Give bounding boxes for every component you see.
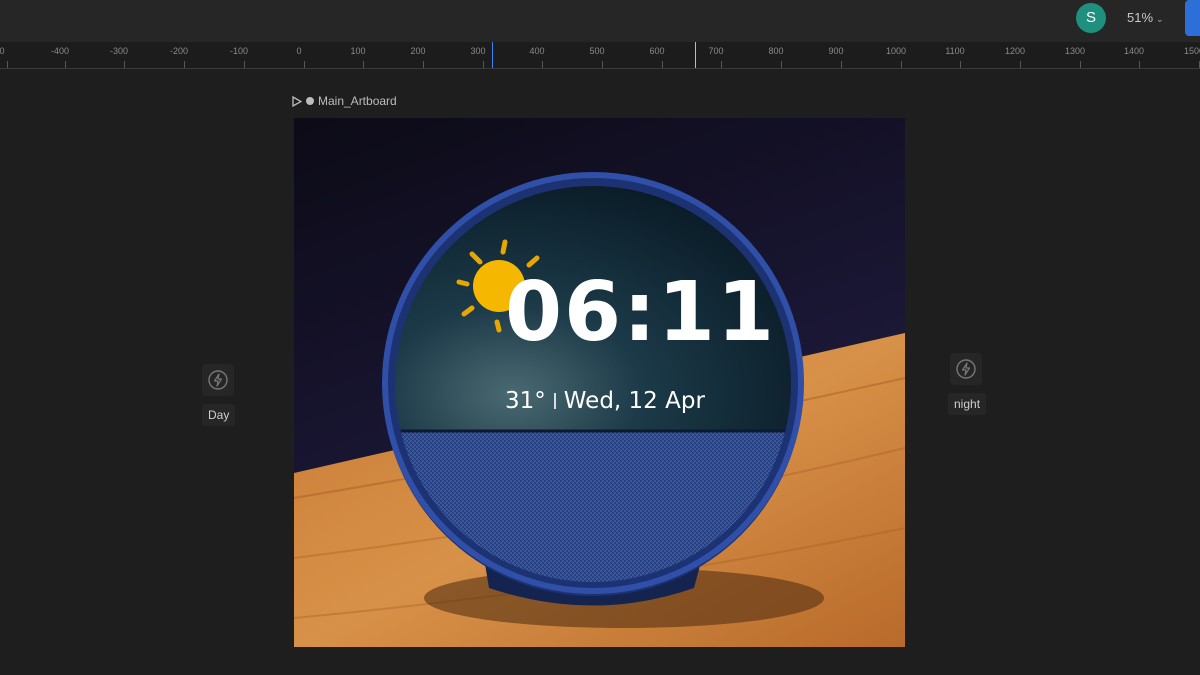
ruler-tick (602, 61, 603, 68)
ruler-tick (1080, 61, 1081, 68)
ruler-tick (781, 61, 782, 68)
ruler-label: 0 (0, 46, 5, 56)
main-artboard[interactable] (294, 118, 905, 647)
ruler-label: 900 (828, 46, 844, 56)
top-toolbar: S 51% ⌄ (0, 0, 1200, 43)
ruler-label: -300 (109, 46, 129, 56)
ruler-tick (901, 61, 902, 68)
ruler-label: 500 (589, 46, 605, 56)
zoom-level: 51% (1127, 10, 1154, 25)
play-icon[interactable] (292, 95, 302, 107)
clock-time: 06:11 (505, 265, 777, 360)
artboard-label[interactable]: Main_Artboard (292, 94, 397, 108)
horizontal-ruler: 0 -400 -300 -200 -100 0 100 200 300 400 500 600 700 8… (0, 42, 1200, 69)
ruler-label: -200 (169, 46, 189, 56)
ruler-label: -400 (50, 46, 70, 56)
weather-date: 31° Wed, 12 Apr (505, 388, 705, 414)
night-state-button[interactable] (950, 353, 982, 385)
ruler-label: 0 (296, 46, 302, 56)
share-button[interactable] (1185, 0, 1200, 36)
ruler-tick (662, 61, 663, 68)
state-dot-icon (306, 97, 314, 105)
ruler-label: 1200 (1004, 46, 1026, 56)
artboard-name: Main_Artboard (318, 94, 397, 108)
separator (553, 393, 556, 409)
ruler-tick (1139, 61, 1140, 68)
ruler-label: 700 (708, 46, 724, 56)
zoom-dropdown[interactable]: 51% ⌄ (1127, 10, 1164, 25)
ruler-label: 200 (410, 46, 426, 56)
ruler-label: 1000 (885, 46, 907, 56)
ruler-tick (483, 61, 484, 68)
ruler-tick (7, 61, 8, 68)
user-avatar[interactable]: S (1076, 3, 1106, 33)
ruler-tick (184, 61, 185, 68)
chevron-down-icon: ⌄ (1156, 14, 1164, 24)
ruler-tick (721, 61, 722, 68)
temperature: 31° (505, 388, 546, 414)
ruler-tick (960, 61, 961, 68)
ruler-tick (244, 61, 245, 68)
ruler-label: 1400 (1123, 46, 1145, 56)
ruler-label: 1100 (945, 46, 965, 56)
date: Wed, 12 Apr (563, 388, 705, 414)
ruler-marker-end (695, 42, 696, 68)
ruler-label: -100 (229, 46, 249, 56)
ruler-tick (65, 61, 66, 68)
night-state-label[interactable]: night (948, 393, 987, 415)
ruler-label: 1300 (1064, 46, 1086, 56)
ruler-label: 800 (768, 46, 784, 56)
ruler-tick (363, 61, 364, 68)
ruler-tick (1020, 61, 1021, 68)
ruler-label: 100 (350, 46, 366, 56)
ruler-tick (124, 61, 125, 68)
ruler-tick (304, 61, 305, 68)
ruler-tick (542, 61, 543, 68)
ruler-label: 300 (470, 46, 486, 56)
ruler-label: 400 (529, 46, 545, 56)
ruler-label: 600 (649, 46, 665, 56)
ruler-tick (841, 61, 842, 68)
lightning-icon (208, 370, 228, 390)
ruler-label: 1500 (1183, 46, 1200, 56)
ruler-marker-start (492, 42, 493, 68)
day-state-label[interactable]: Day (202, 404, 236, 426)
device-photo (294, 172, 905, 647)
ruler-tick (423, 61, 424, 68)
lightning-icon (956, 359, 976, 379)
day-state-button[interactable] (202, 364, 234, 396)
